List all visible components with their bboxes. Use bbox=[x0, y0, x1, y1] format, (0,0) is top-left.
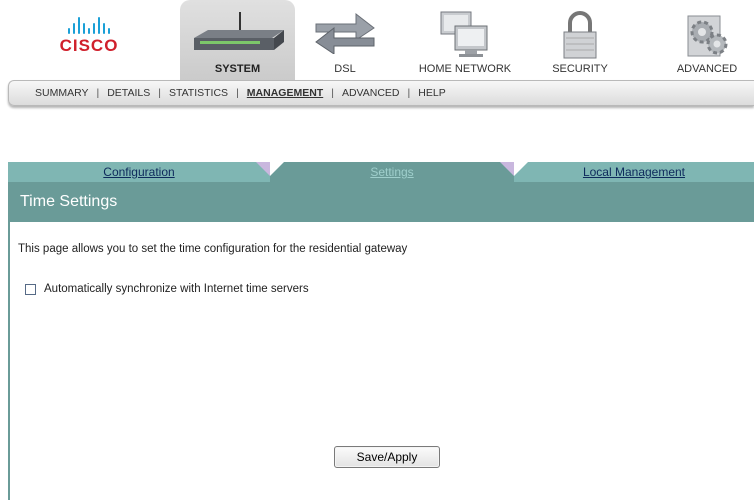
nav-tab-dsl[interactable]: DSL bbox=[300, 0, 390, 80]
submenu-help[interactable]: HELP bbox=[410, 87, 453, 99]
nav-tab-system[interactable]: SYSTEM bbox=[180, 0, 295, 80]
sub-menu-bar: SUMMARY | DETAILS | STATISTICS | MANAGEM… bbox=[8, 80, 754, 106]
save-apply-button[interactable]: Save/Apply bbox=[334, 446, 440, 468]
cisco-logo: CISCO bbox=[54, 16, 124, 56]
sync-option: Automatically synchronize with Internet … bbox=[25, 283, 309, 295]
nav-tab-home-network[interactable]: HOME NETWORK bbox=[410, 0, 520, 80]
nav-tab-security[interactable]: SECURITY bbox=[540, 0, 620, 80]
arrows-icon bbox=[315, 12, 375, 54]
router-icon bbox=[193, 12, 284, 50]
page-tabs: Configuration Settings Local Management bbox=[8, 162, 754, 182]
tab-notches bbox=[256, 162, 528, 176]
page-title: Time Settings bbox=[10, 182, 754, 222]
cisco-bars-icon bbox=[54, 16, 124, 34]
submenu-management[interactable]: MANAGEMENT bbox=[239, 87, 331, 99]
sync-checkbox[interactable] bbox=[25, 283, 36, 295]
submenu-advanced[interactable]: ADVANCED bbox=[334, 87, 408, 99]
nav-label-advanced: ADVANCED bbox=[676, 63, 738, 75]
gears-icon bbox=[687, 15, 728, 57]
nav-label-dsl: DSL bbox=[334, 63, 356, 75]
submenu-summary[interactable]: SUMMARY bbox=[27, 87, 96, 99]
padlock-icon bbox=[563, 11, 597, 59]
submenu-statistics[interactable]: STATISTICS bbox=[161, 87, 236, 99]
computers-icon bbox=[440, 11, 488, 57]
nav-label-home-network: HOME NETWORK bbox=[418, 63, 512, 75]
time-settings-panel: Time Settings This page allows you to se… bbox=[8, 182, 754, 500]
nav-tab-advanced[interactable]: ADVANCED bbox=[665, 0, 749, 80]
logo-text: CISCO bbox=[59, 36, 119, 55]
sync-checkbox-label[interactable]: Automatically synchronize with Internet … bbox=[44, 283, 309, 295]
nav-label-system: SYSTEM bbox=[214, 63, 261, 75]
submenu-details[interactable]: DETAILS bbox=[99, 87, 158, 99]
nav-label-security: SECURITY bbox=[552, 63, 608, 75]
page-description: This page allows you to set the time con… bbox=[18, 243, 408, 255]
